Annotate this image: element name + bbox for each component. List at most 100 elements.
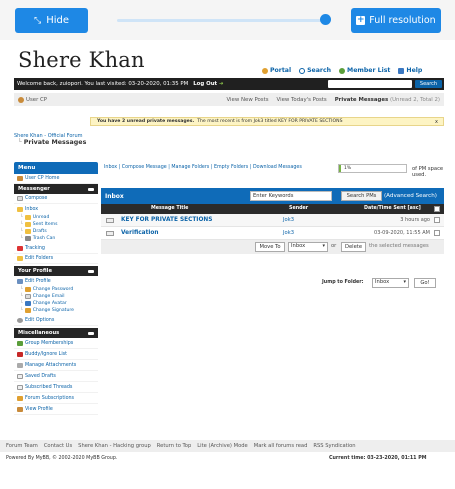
sidebar-item-tracking[interactable]: Tracking: [14, 244, 98, 254]
subscription-icon: [17, 384, 23, 390]
message-date: 3 hours ago: [400, 217, 430, 223]
unread-pm-notice[interactable]: You have 2 unread private messages. The …: [90, 117, 444, 126]
site-logo[interactable]: Shere Khan: [18, 48, 145, 72]
member-list-link[interactable]: Member List: [339, 67, 390, 74]
footer-links: Forum Team Contact Us Shere Khan - Hacki…: [0, 440, 455, 452]
group-icon: [17, 340, 23, 346]
sender-link[interactable]: Jok3: [283, 217, 294, 223]
portal-link[interactable]: Portal: [262, 67, 291, 74]
row-checkbox[interactable]: [434, 230, 440, 236]
advanced-search-link[interactable]: (Advanced Search): [384, 193, 437, 199]
notice-text: The most recent is from Jok3 titled KEY …: [197, 119, 343, 124]
sidebar-messenger-header[interactable]: Messenger: [14, 184, 98, 194]
footer-site-home[interactable]: Shere Khan - Hacking group: [78, 443, 151, 449]
welcome-bar: Welcome back, zuiopori. You last visited…: [14, 78, 444, 90]
help-icon: [398, 67, 405, 74]
close-icon[interactable]: x: [435, 119, 438, 125]
sender-link[interactable]: Jok3: [283, 230, 294, 236]
view-new-posts-link[interactable]: View New Posts: [226, 97, 268, 103]
table-row[interactable]: KEY FOR PRIVATE SECTIONS Jok3 3 hours ag…: [101, 214, 444, 227]
sidebar-folder-trash[interactable]: └ Trash Can: [14, 235, 98, 242]
folder-icon: [17, 256, 23, 261]
zoom-slider-handle[interactable]: [320, 14, 331, 25]
sidebar-folder-drafts[interactable]: └ Drafts: [14, 228, 98, 235]
sidebar-item-group-memberships[interactable]: Group Memberships: [14, 338, 98, 349]
keyword-search-input[interactable]: Enter Keywords: [250, 191, 332, 201]
select-all-checkbox[interactable]: [434, 206, 440, 212]
sidebar-change-avatar[interactable]: └ Change Avatar: [14, 300, 98, 307]
delete-button[interactable]: Delete: [341, 242, 366, 252]
footer-mark-read[interactable]: Mark all forums read: [254, 443, 308, 449]
portal-icon: [262, 67, 268, 74]
tracking-icon: [17, 246, 23, 251]
view-todays-posts-link[interactable]: View Today's Posts: [277, 97, 327, 103]
footer-return-to-top[interactable]: Return to Top: [157, 443, 191, 449]
sidebar-item-saved-drafts[interactable]: Saved Drafts: [14, 371, 98, 382]
sidebar-item-inbox[interactable]: Inbox: [14, 204, 98, 214]
sidebar-misc-header[interactable]: Miscellaneous: [14, 328, 98, 338]
welcome-text: Welcome back, zuiopori. You last visited…: [17, 81, 189, 87]
hide-icon: ⤡: [33, 15, 42, 26]
drafts-icon: [17, 373, 23, 379]
full-resolution-button[interactable]: + Full resolution: [351, 8, 441, 33]
sidebar-folder-unread[interactable]: └ Unread: [14, 214, 98, 221]
collapse-icon: [88, 331, 94, 335]
sidebar-change-signature[interactable]: └ Change Signature: [14, 307, 98, 314]
message-title-link[interactable]: Verification: [121, 230, 158, 236]
sidebar-item-edit-profile[interactable]: Edit Profile: [14, 276, 98, 286]
sidebar-change-email[interactable]: └ Change Email: [14, 293, 98, 300]
sidebar-item-edit-folders[interactable]: Edit Folders: [14, 254, 98, 264]
row-checkbox[interactable]: [434, 217, 440, 223]
header-search-button[interactable]: Search: [415, 80, 442, 88]
jump-to-folder: Jump to Folder:: [322, 280, 364, 285]
footer-lite-mode[interactable]: Lite (Archive) Mode: [197, 443, 247, 449]
home-icon: [17, 176, 23, 181]
sidebar-item-edit-options[interactable]: Edit Options: [14, 316, 98, 326]
header-search-input[interactable]: [328, 80, 412, 88]
pm-action-links[interactable]: Inbox | Compose Message | Manage Folders…: [104, 165, 302, 170]
message-title-link[interactable]: KEY FOR PRIVATE SECTIONS: [121, 217, 212, 223]
logout-link[interactable]: Log Out ➜: [193, 81, 223, 87]
inbox-column-headers: Message Title Sender Date/Time Sent [asc…: [101, 204, 444, 214]
zoom-slider-track[interactable]: [117, 19, 327, 22]
sidebar-item-view-profile[interactable]: View Profile: [14, 404, 98, 415]
jump-folder-select[interactable]: Inbox: [372, 278, 409, 288]
envelope-icon: [106, 218, 114, 223]
options-icon: [17, 318, 23, 323]
sidebar-item-forum-subscriptions[interactable]: Forum Subscriptions: [14, 393, 98, 404]
table-row[interactable]: Verification Jok3 03-09-2020, 11:55 AM: [101, 227, 444, 240]
copyright: Powered By MyBB, © 2002-2020 MyBB Group.: [6, 456, 118, 461]
sidebar-item-compose[interactable]: Compose: [14, 194, 98, 204]
sidebar-item-user-cp-home[interactable]: User CP Home: [14, 174, 98, 184]
pm-quota-label: of PM space used.: [412, 166, 444, 178]
collapse-icon: [88, 187, 94, 191]
current-time: Current time: 03-23-2020, 01:11 PM: [329, 456, 427, 461]
sidebar-item-attachments[interactable]: Manage Attachments: [14, 360, 98, 371]
col-sender[interactable]: Sender: [289, 206, 308, 211]
search-pms-button[interactable]: Search PMs: [341, 191, 382, 201]
hide-button[interactable]: ⤡ Hide: [15, 8, 88, 33]
pm-quota-fill: [339, 165, 341, 172]
footer-forum-team[interactable]: Forum Team: [6, 443, 38, 449]
footer-contact-us[interactable]: Contact Us: [44, 443, 72, 449]
forum-icon: [17, 395, 23, 401]
user-cp-link[interactable]: User CP: [18, 96, 47, 103]
move-to-button[interactable]: Move To: [255, 242, 285, 252]
user-nav-links: View New Posts View Today's Posts Privat…: [226, 97, 440, 103]
or-label: or: [331, 243, 337, 249]
move-folder-select[interactable]: Inbox: [288, 242, 328, 252]
search-link[interactable]: Search: [299, 67, 331, 74]
col-message-title[interactable]: Message Title: [151, 206, 188, 211]
go-button[interactable]: Go!: [414, 278, 436, 288]
sidebar-change-password[interactable]: └ Change Password: [14, 286, 98, 293]
help-link[interactable]: Help: [398, 67, 422, 74]
footer-rss[interactable]: RSS Syndication: [313, 443, 355, 449]
sidebar-item-buddy-list[interactable]: Buddy/Ignore List: [14, 349, 98, 360]
sidebar-folder-sent[interactable]: └ Sent Items: [14, 221, 98, 228]
inbox-header: Inbox Enter Keywords Search PMs (Advance…: [101, 188, 444, 204]
col-date-sent[interactable]: Date/Time Sent [asc]: [364, 206, 421, 211]
private-messages-link[interactable]: Private Messages (Unread 2, Total 2): [335, 97, 440, 103]
breadcrumb-current: └ Private Messages: [18, 139, 87, 146]
sidebar-item-subscribed-threads[interactable]: Subscribed Threads: [14, 382, 98, 393]
sidebar-profile-header[interactable]: Your Profile: [14, 266, 98, 276]
